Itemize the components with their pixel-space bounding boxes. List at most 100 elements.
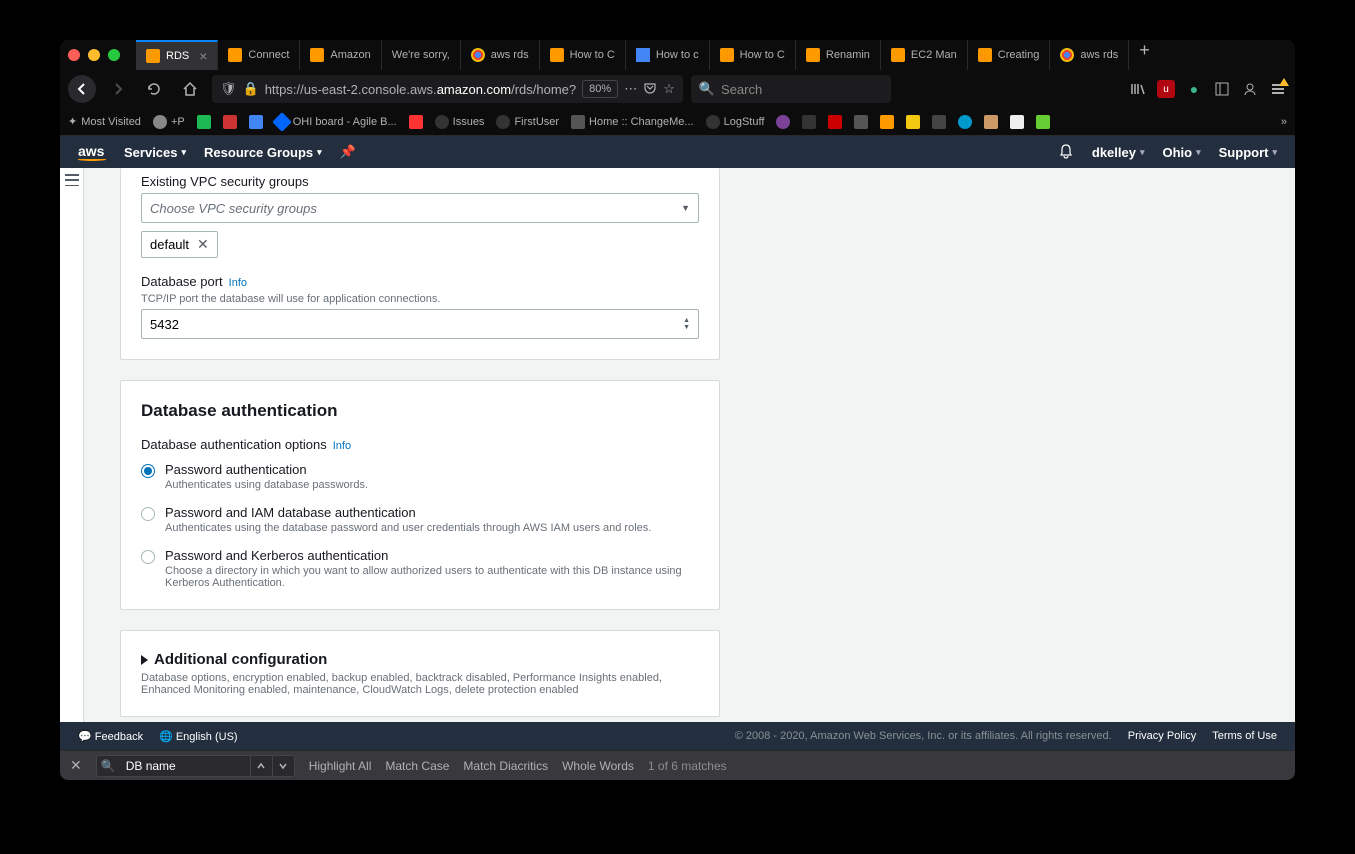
find-status: 1 of 6 matches <box>648 759 727 773</box>
terms-link[interactable]: Terms of Use <box>1212 730 1277 742</box>
auth-option-kerberos[interactable]: Password and Kerberos authentication Cho… <box>141 548 699 589</box>
bookmark-ohi[interactable]: OHI board - Agile B... <box>275 115 397 129</box>
auth-option-password[interactable]: Password authentication Authenticates us… <box>141 462 699 491</box>
tab-sorry[interactable]: We're sorry, <box>382 40 461 70</box>
find-prev-button[interactable] <box>250 756 272 776</box>
tab-aws-rds-1[interactable]: aws rds <box>461 40 540 70</box>
tab-ec2[interactable]: EC2 Man <box>881 40 968 70</box>
bookmark-item[interactable] <box>932 115 946 129</box>
additional-config-toggle[interactable]: Additional configuration <box>141 651 699 668</box>
bookmark-item[interactable] <box>1010 115 1024 129</box>
tab-creating[interactable]: Creating <box>968 40 1051 70</box>
zoom-badge[interactable]: 80% <box>582 80 618 98</box>
bookmark-issues[interactable]: Issues <box>435 115 485 129</box>
library-icon[interactable] <box>1129 80 1147 98</box>
close-findbar-button[interactable]: ✕ <box>70 757 82 774</box>
tab-amazon[interactable]: Amazon <box>300 40 381 70</box>
info-link[interactable]: Info <box>229 277 247 289</box>
privacy-link[interactable]: Privacy Policy <box>1128 730 1196 742</box>
sidebar-toggle[interactable] <box>60 168 84 722</box>
sidebar-icon[interactable] <box>1213 80 1231 98</box>
bookmark-item[interactable] <box>1036 115 1050 129</box>
match-diacritics-toggle[interactable]: Match Diacritics <box>463 759 548 773</box>
bookmark-item[interactable] <box>802 115 816 129</box>
bookmark-home[interactable]: Home :: ChangeMe... <box>571 115 694 129</box>
feedback-link[interactable]: 💬 Feedback <box>78 730 143 743</box>
bookmark-item[interactable] <box>197 115 211 129</box>
ublock-icon[interactable]: u <box>1157 80 1175 98</box>
resource-groups-menu[interactable]: Resource Groups▾ <box>204 145 322 160</box>
remove-tag-icon[interactable]: ✕ <box>197 236 209 253</box>
bookmark-item[interactable] <box>223 115 237 129</box>
bookmark-logstuff[interactable]: LogStuff <box>706 115 765 129</box>
radio-button[interactable] <box>141 464 155 478</box>
tab-aws-rds-2[interactable]: aws rds <box>1050 40 1129 70</box>
minimize-window-button[interactable] <box>88 49 100 61</box>
highlight-all-toggle[interactable]: Highlight All <box>309 759 372 773</box>
vpc-security-groups-field: Existing VPC security groups Choose VPC … <box>141 174 699 258</box>
radio-button[interactable] <box>141 550 155 564</box>
extension-icon[interactable]: ● <box>1185 80 1203 98</box>
close-window-button[interactable] <box>68 49 80 61</box>
pin-button[interactable]: 📌 <box>340 144 356 160</box>
back-button[interactable] <box>68 75 96 103</box>
bookmark-plus-p[interactable]: +P <box>153 115 185 129</box>
tab-howto-3[interactable]: How to C <box>710 40 796 70</box>
aws-logo[interactable]: aws <box>78 144 106 161</box>
aws-favicon-icon <box>550 48 564 62</box>
account-icon[interactable] <box>1241 80 1259 98</box>
forward-button[interactable] <box>104 75 132 103</box>
radio-button[interactable] <box>141 507 155 521</box>
bookmark-overflow-button[interactable]: » <box>1281 116 1287 128</box>
support-menu[interactable]: Support▾ <box>1219 145 1277 160</box>
whole-words-toggle[interactable]: Whole Words <box>562 759 634 773</box>
tab-howto-1[interactable]: How to C <box>540 40 626 70</box>
auth-option-iam[interactable]: Password and IAM database authentication… <box>141 505 699 534</box>
pocket-icon[interactable] <box>643 81 657 98</box>
vpc-security-groups-select[interactable]: Choose VPC security groups <box>141 193 699 223</box>
tab-rds[interactable]: RDS× <box>136 40 218 70</box>
search-bar[interactable]: 🔍 Search <box>691 75 891 103</box>
bookmark-item[interactable] <box>854 115 868 129</box>
bookmark-item[interactable] <box>984 115 998 129</box>
database-port-field: Database portInfo TCP/IP port the databa… <box>141 274 699 339</box>
region-menu[interactable]: Ohio▾ <box>1163 145 1201 160</box>
bookmark-item[interactable] <box>906 115 920 129</box>
globe-icon: 🌐 <box>159 731 173 743</box>
number-spinner[interactable]: ▲▼ <box>683 317 690 331</box>
auth-options-group: Password authentication Authenticates us… <box>141 462 699 589</box>
aws-favicon-icon <box>228 48 242 62</box>
tab-strip: RDS× Connect Amazon We're sorry, aws rds… <box>60 40 1295 70</box>
services-menu[interactable]: Services▾ <box>124 145 186 160</box>
info-link[interactable]: Info <box>333 440 351 452</box>
tab-howto-2[interactable]: How to c <box>626 40 710 70</box>
find-input[interactable] <box>120 759 250 773</box>
aws-footer: 💬 Feedback 🌐 English (US) © 2008 - 2020,… <box>60 722 1295 750</box>
close-tab-icon[interactable]: × <box>199 48 207 64</box>
find-next-button[interactable] <box>272 756 294 776</box>
url-bar[interactable]: 🛡 🔒 https://us-east-2.console.aws.amazon… <box>212 75 683 103</box>
bookmark-item[interactable] <box>828 115 842 129</box>
star-icon[interactable]: ☆ <box>663 81 675 97</box>
main-content: Existing VPC security groups Choose VPC … <box>84 168 1295 722</box>
menu-button[interactable] <box>1269 80 1287 98</box>
user-menu[interactable]: dkelley▾ <box>1092 145 1145 160</box>
bookmark-firstuser[interactable]: FirstUser <box>496 115 559 129</box>
tab-connect[interactable]: Connect <box>218 40 300 70</box>
bookmark-item[interactable] <box>880 115 894 129</box>
bookmark-item[interactable] <box>776 115 790 129</box>
bookmark-item[interactable] <box>958 115 972 129</box>
new-tab-button[interactable]: + <box>1129 40 1160 70</box>
language-link[interactable]: 🌐 English (US) <box>159 730 238 743</box>
bookmark-item[interactable] <box>249 115 263 129</box>
database-port-input[interactable]: 5432 ▲▼ <box>141 309 699 339</box>
home-button[interactable] <box>176 75 204 103</box>
maximize-window-button[interactable] <box>108 49 120 61</box>
match-case-toggle[interactable]: Match Case <box>385 759 449 773</box>
notifications-button[interactable] <box>1058 143 1074 162</box>
ellipsis-icon[interactable]: ⋯ <box>624 81 637 97</box>
bookmark-most-visited[interactable]: ✦Most Visited <box>68 115 141 128</box>
tab-renaming[interactable]: Renamin <box>796 40 881 70</box>
bookmark-item[interactable] <box>409 115 423 129</box>
reload-button[interactable] <box>140 75 168 103</box>
